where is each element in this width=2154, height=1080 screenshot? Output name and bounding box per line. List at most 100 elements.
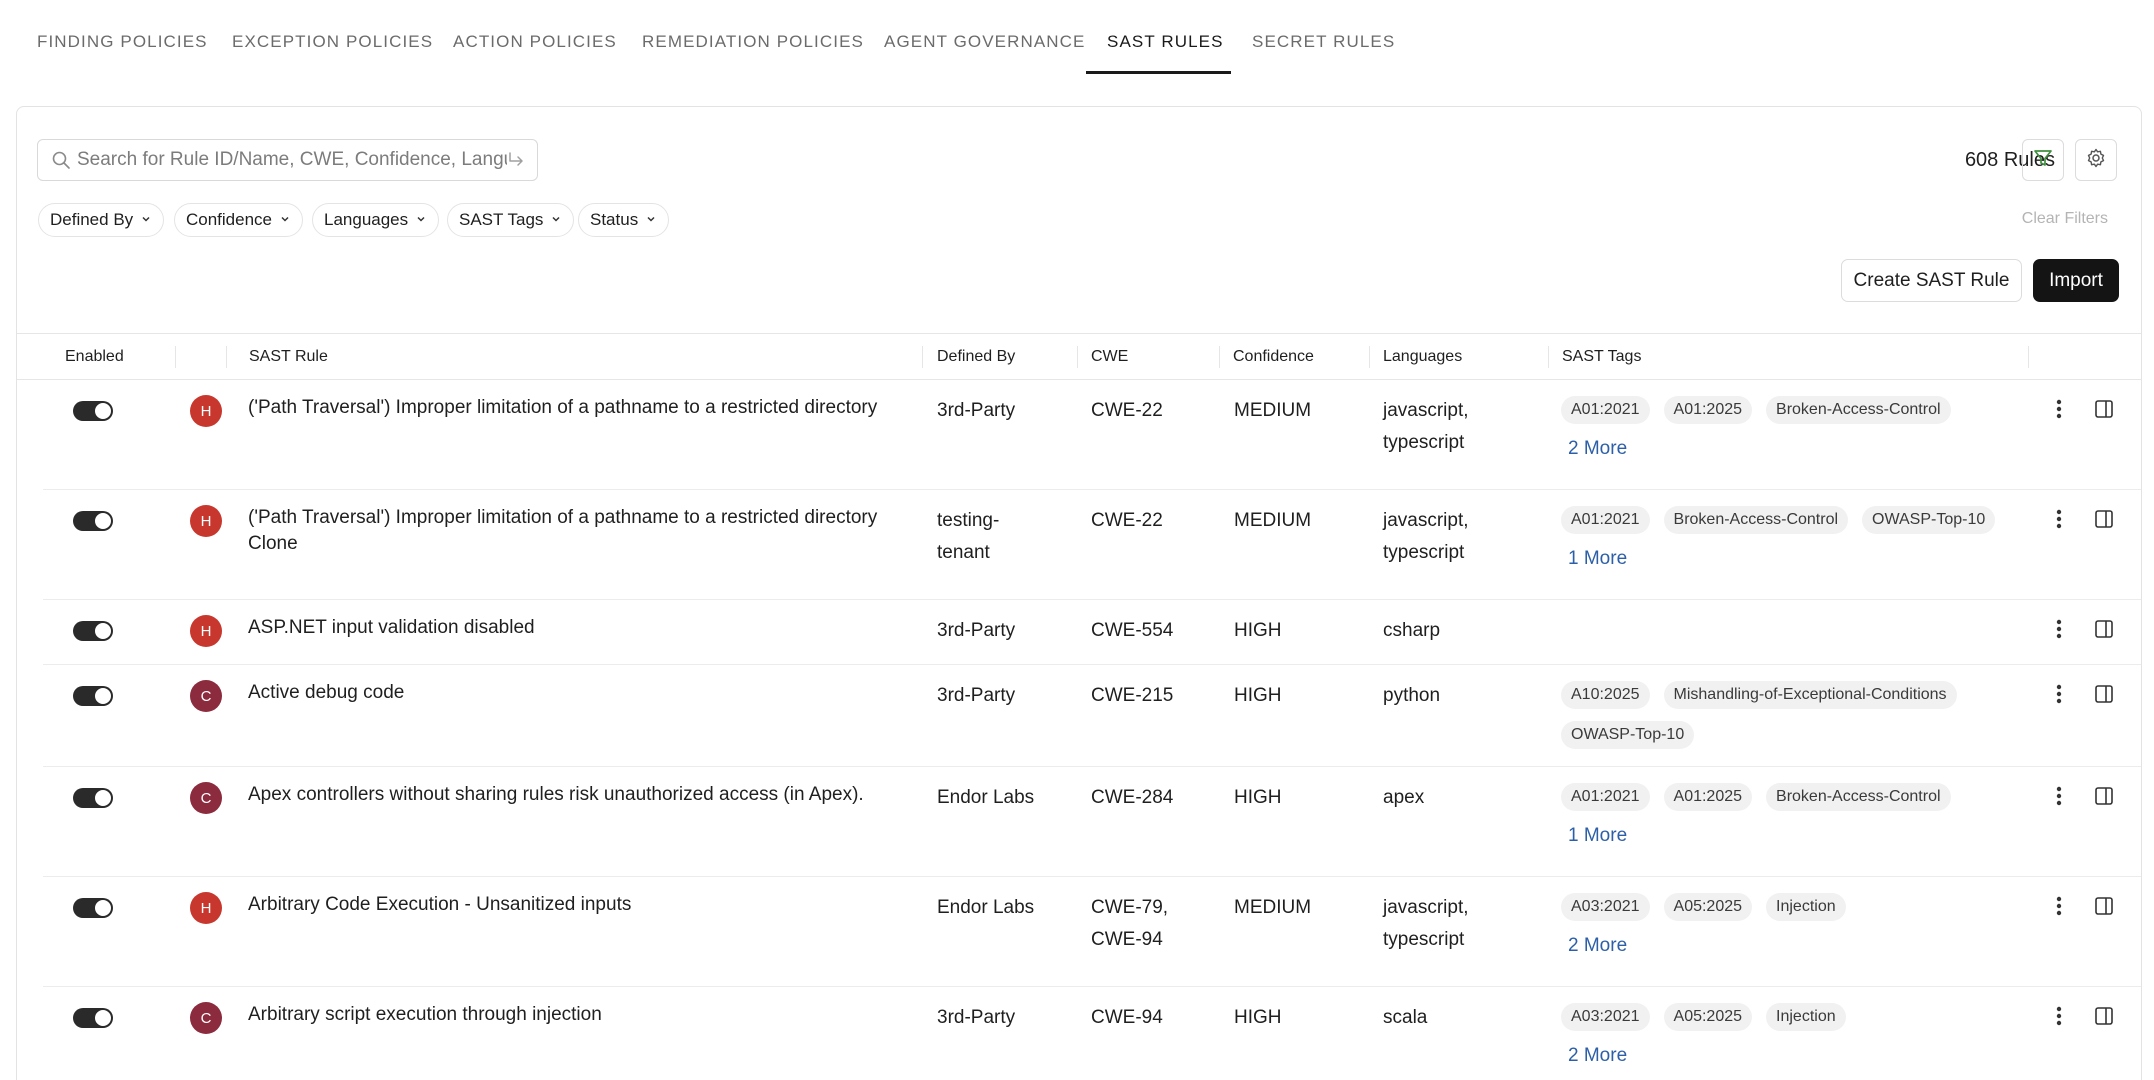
chevron-down-icon bbox=[140, 210, 152, 230]
show-more-tags-link[interactable]: 2 More bbox=[1568, 935, 1627, 957]
show-more-tags-link[interactable]: 1 More bbox=[1568, 548, 1627, 570]
search-icon bbox=[51, 150, 71, 175]
filter-button[interactable] bbox=[2022, 139, 2064, 181]
import-button[interactable]: Import bbox=[2033, 259, 2119, 302]
rule-name[interactable]: Arbitrary Code Execution - Unsanitized i… bbox=[248, 892, 908, 918]
tab-sast-rules[interactable]: SAST RULES bbox=[1107, 32, 1224, 52]
enabled-toggle[interactable] bbox=[73, 621, 113, 641]
side-panel-icon[interactable] bbox=[2093, 895, 2115, 922]
filter-label: Defined By bbox=[50, 210, 134, 229]
show-more-tags-link[interactable]: 2 More bbox=[1568, 1045, 1627, 1067]
tab-finding-policies[interactable]: FINDING POLICIES bbox=[37, 32, 208, 52]
clear-filters-button[interactable]: Clear Filters bbox=[2022, 210, 2108, 228]
enabled-toggle[interactable] bbox=[73, 686, 113, 706]
confidence-cell: HIGH bbox=[1234, 1007, 1282, 1028]
more-options-icon[interactable] bbox=[2055, 785, 2063, 812]
col-defined-by[interactable]: Defined By bbox=[937, 348, 1015, 366]
side-panel-icon[interactable] bbox=[2093, 1005, 2115, 1032]
more-options-icon[interactable] bbox=[2055, 508, 2063, 535]
side-panel-icon[interactable] bbox=[2093, 683, 2115, 710]
show-more-tags-link[interactable]: 2 More bbox=[1568, 438, 1627, 460]
col-cwe[interactable]: CWE bbox=[1091, 348, 1128, 366]
sast-tag: A01:2021 bbox=[1561, 783, 1650, 811]
table-row: C Active debug code 3rd-Party CWE-215 HIGH py… bbox=[17, 665, 2141, 767]
col-confidence[interactable]: Confidence bbox=[1233, 348, 1314, 366]
sast-tag: Broken-Access-Control bbox=[1766, 396, 1951, 424]
enabled-toggle[interactable] bbox=[73, 1008, 113, 1028]
sast-tag: A10:2025 bbox=[1561, 681, 1650, 709]
more-options-icon[interactable] bbox=[2055, 618, 2063, 645]
toggle-knob bbox=[94, 622, 112, 640]
languages-cell: javascript, typescript bbox=[1383, 897, 1469, 950]
cwe-cell: CWE-94 bbox=[1091, 1007, 1163, 1028]
sast-tag: A01:2025 bbox=[1663, 396, 1753, 424]
show-more-tags-link[interactable]: 1 More bbox=[1568, 825, 1627, 847]
col-sast-tags[interactable]: SAST Tags bbox=[1562, 348, 1641, 366]
chevron-down-icon bbox=[550, 210, 562, 230]
rule-name[interactable]: ('Path Traversal') Improper limitation o… bbox=[248, 395, 908, 421]
tab-agent-governance[interactable]: AGENT GOVERNANCE bbox=[884, 32, 1086, 52]
col-languages[interactable]: Languages bbox=[1383, 348, 1462, 366]
sast-tag: Broken-Access-Control bbox=[1766, 783, 1951, 811]
cwe-cell: CWE-22 bbox=[1091, 400, 1163, 421]
sast-tag: A03:2021 bbox=[1561, 893, 1650, 921]
settings-button[interactable] bbox=[2075, 139, 2117, 181]
filter-status[interactable]: Status bbox=[578, 203, 670, 237]
chevron-down-icon bbox=[645, 210, 657, 230]
rule-name[interactable]: ASP.NET input validation disabled bbox=[248, 615, 908, 641]
rule-name[interactable]: Active debug code bbox=[248, 680, 908, 706]
languages-cell: python bbox=[1383, 685, 1441, 706]
confidence-cell: HIGH bbox=[1234, 787, 1282, 808]
column-divider bbox=[1369, 346, 1370, 368]
sast-tags: A01:2021 A01:2025 Broken-Access-Control bbox=[1561, 396, 2061, 424]
col-enabled[interactable]: Enabled bbox=[65, 348, 124, 366]
sast-tags: A10:2025 Mishandling-of-Exceptional-Condi… bbox=[1561, 681, 2001, 749]
more-options-icon[interactable] bbox=[2055, 1005, 2063, 1032]
side-panel-icon[interactable] bbox=[2093, 508, 2115, 535]
filter-icon bbox=[2032, 147, 2054, 174]
severity-badge: C bbox=[190, 782, 222, 814]
sast-tags: A01:2021 Broken-Access-Control OWASP-Top-1… bbox=[1561, 506, 2061, 534]
rule-name[interactable]: ('Path Traversal') Improper limitation o… bbox=[248, 505, 908, 557]
tab-exception-policies[interactable]: EXCEPTION POLICIES bbox=[232, 32, 433, 52]
cwe-cell: CWE-79, CWE-94 bbox=[1091, 897, 1169, 950]
languages-cell: javascript, typescript bbox=[1383, 510, 1469, 563]
sast-tags: A01:2021 A01:2025 Broken-Access-Control bbox=[1561, 783, 2061, 811]
rule-name[interactable]: Apex controllers without sharing rules r… bbox=[248, 782, 908, 808]
more-options-icon[interactable] bbox=[2055, 683, 2063, 710]
tab-secret-rules[interactable]: SECRET RULES bbox=[1252, 32, 1395, 52]
filter-confidence[interactable]: Confidence bbox=[174, 203, 304, 237]
sast-tag: A05:2025 bbox=[1663, 1003, 1753, 1031]
cwe-cell: CWE-284 bbox=[1091, 787, 1174, 808]
column-divider bbox=[922, 346, 923, 368]
more-options-icon[interactable] bbox=[2055, 895, 2063, 922]
sast-tag: Broken-Access-Control bbox=[1663, 506, 1849, 534]
filter-languages[interactable]: Languages bbox=[312, 203, 440, 237]
policy-tabs: FINDING POLICIES EXCEPTION POLICIES ACTI… bbox=[0, 0, 2154, 74]
create-sast-rule-button[interactable]: Create SAST Rule bbox=[1841, 259, 2022, 302]
column-divider bbox=[226, 346, 227, 368]
toggle-knob bbox=[94, 687, 112, 705]
filter-defined-by[interactable]: Defined By bbox=[38, 203, 165, 237]
col-sast-rule[interactable]: SAST Rule bbox=[249, 348, 328, 366]
severity-badge: H bbox=[190, 395, 222, 427]
filter-label: Languages bbox=[324, 210, 409, 229]
enabled-toggle[interactable] bbox=[73, 788, 113, 808]
more-options-icon[interactable] bbox=[2055, 398, 2063, 425]
enabled-toggle[interactable] bbox=[73, 898, 113, 918]
sast-tag: Injection bbox=[1766, 893, 1846, 921]
enabled-toggle[interactable] bbox=[73, 401, 113, 421]
side-panel-icon[interactable] bbox=[2093, 618, 2115, 645]
tab-remediation-policies[interactable]: REMEDIATION POLICIES bbox=[642, 32, 864, 52]
enabled-toggle[interactable] bbox=[73, 511, 113, 531]
rule-name[interactable]: Arbitrary script execution through injec… bbox=[248, 1002, 908, 1028]
table-row: H ('Path Traversal') Improper limitation … bbox=[17, 490, 2141, 600]
filter-sast-tags[interactable]: SAST Tags bbox=[447, 203, 575, 237]
chevron-down-icon bbox=[415, 210, 427, 230]
search-input[interactable] bbox=[77, 142, 507, 178]
severity-badge: H bbox=[190, 505, 222, 537]
side-panel-icon[interactable] bbox=[2093, 785, 2115, 812]
side-panel-icon[interactable] bbox=[2093, 398, 2115, 425]
confidence-cell: HIGH bbox=[1234, 685, 1282, 706]
tab-action-policies[interactable]: ACTION POLICIES bbox=[453, 32, 617, 52]
